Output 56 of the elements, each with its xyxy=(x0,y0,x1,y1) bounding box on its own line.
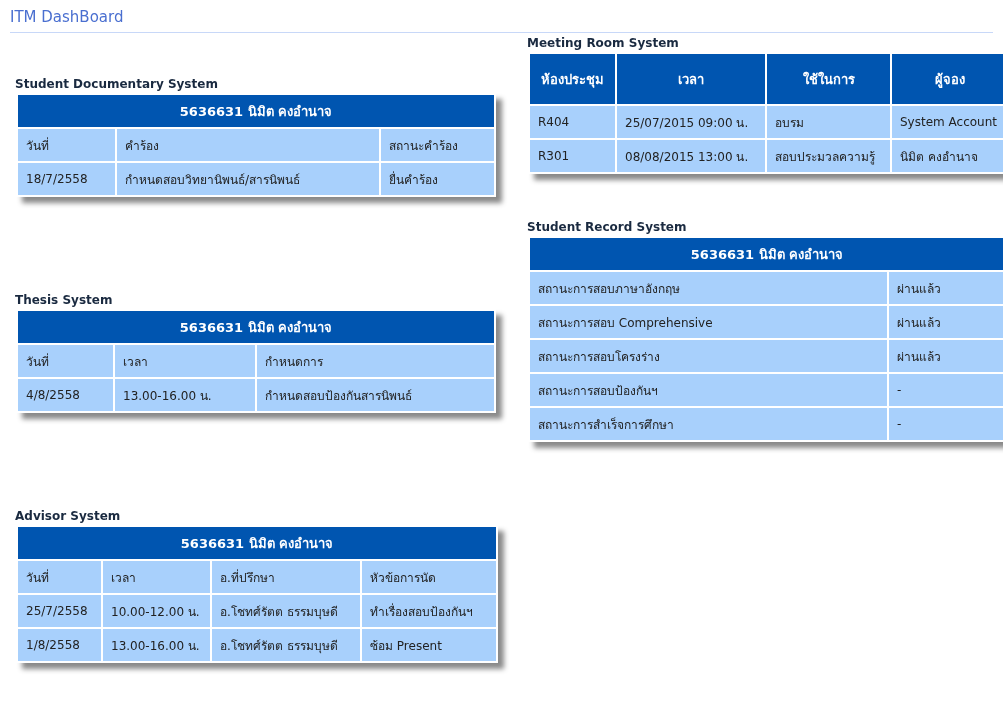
column-header: อ.ที่ปรึกษา xyxy=(212,561,360,593)
student-header: 5636631 นิมิต คงอำนาจ xyxy=(18,95,494,127)
table-cell: 10.00-12.00 น. xyxy=(103,595,210,627)
table-cell: สถานะการสำเร็จการศึกษา xyxy=(530,408,887,440)
section-title: Student Documentary System xyxy=(15,77,219,91)
section-title: Advisor System xyxy=(15,509,122,523)
table-cell: ซ้อม Present xyxy=(362,629,496,661)
column-header: ใช้ในการ xyxy=(767,54,890,104)
column-header: ห้องประชุม xyxy=(530,54,615,104)
table-cell: 25/07/2015 09:00 น. xyxy=(617,106,765,138)
column-header: วันที่ xyxy=(18,345,113,377)
page-title: ITM DashBoard xyxy=(10,8,993,33)
table-cell: R404 xyxy=(530,106,615,138)
column-header: หัวข้อการนัด xyxy=(362,561,496,593)
column-header: เวลา xyxy=(617,54,765,104)
table-cell: ทำเรื่องสอบป้องกันฯ xyxy=(362,595,496,627)
table-cell: สถานะการสอบโครงร่าง xyxy=(530,340,887,372)
table-cell: - xyxy=(889,408,1003,440)
table-cell: สถานะการสอบป้องกันฯ xyxy=(530,374,887,406)
column-header: ผู้จอง xyxy=(892,54,1003,104)
table-cell: ผ่านแล้ว xyxy=(889,340,1003,372)
column-header: วันที่ xyxy=(18,561,101,593)
table-cell: 1/8/2558 xyxy=(18,629,101,661)
table-cell: 08/08/2015 13:00 น. xyxy=(617,140,765,172)
table-cell: กำหนดสอบวิทยานิพนธ์/สารนิพนธ์ xyxy=(117,163,379,195)
student-header: 5636631 นิมิต คงอำนาจ xyxy=(18,527,496,559)
table-cell: ผ่านแล้ว xyxy=(889,306,1003,338)
student-header: 5636631 นิมิต คงอำนาจ xyxy=(530,238,1003,270)
table-cell: 4/8/2558 xyxy=(18,379,113,411)
table-cell: อ.โชทศ์รัตต ธรรมบุษดี xyxy=(212,629,360,661)
student-header: 5636631 นิมิต คงอำนาจ xyxy=(18,311,494,343)
table-cell: R301 xyxy=(530,140,615,172)
table-cell: ผ่านแล้ว xyxy=(889,272,1003,304)
section-title: Thesis System xyxy=(15,293,114,307)
column-header: สถานะคำร้อง xyxy=(381,129,494,161)
column-header: วันที่ xyxy=(18,129,115,161)
column-header: กำหนดการ xyxy=(257,345,494,377)
column-header: คำร้อง xyxy=(117,129,379,161)
section-title: Meeting Room System xyxy=(527,36,680,50)
table-cell: อ.โชทศ์รัตต ธรรมบุษดี xyxy=(212,595,360,627)
table-cell: - xyxy=(889,374,1003,406)
table-cell: นิมิต คงอำนาจ xyxy=(892,140,1003,172)
table-cell: 25/7/2558 xyxy=(18,595,101,627)
table-cell: กำหนดสอบป้องกันสารนิพนธ์ xyxy=(257,379,494,411)
column-header: เวลา xyxy=(115,345,255,377)
table-cell: 18/7/2558 xyxy=(18,163,115,195)
table-cell: อบรม xyxy=(767,106,890,138)
table-cell: 13.00-16.00 น. xyxy=(103,629,210,661)
table-cell: สถานะการสอบ Comprehensive xyxy=(530,306,887,338)
table-cell: ยื่นคำร้อง xyxy=(381,163,494,195)
column-header: เวลา xyxy=(103,561,210,593)
table-cell: สถานะการสอบภาษาอังกฤษ xyxy=(530,272,887,304)
table-cell: System Account xyxy=(892,106,1003,138)
section-title: Student Record System xyxy=(527,220,688,234)
table-cell: 13.00-16.00 น. xyxy=(115,379,255,411)
table-cell: สอบประมวลความรู้ xyxy=(767,140,890,172)
